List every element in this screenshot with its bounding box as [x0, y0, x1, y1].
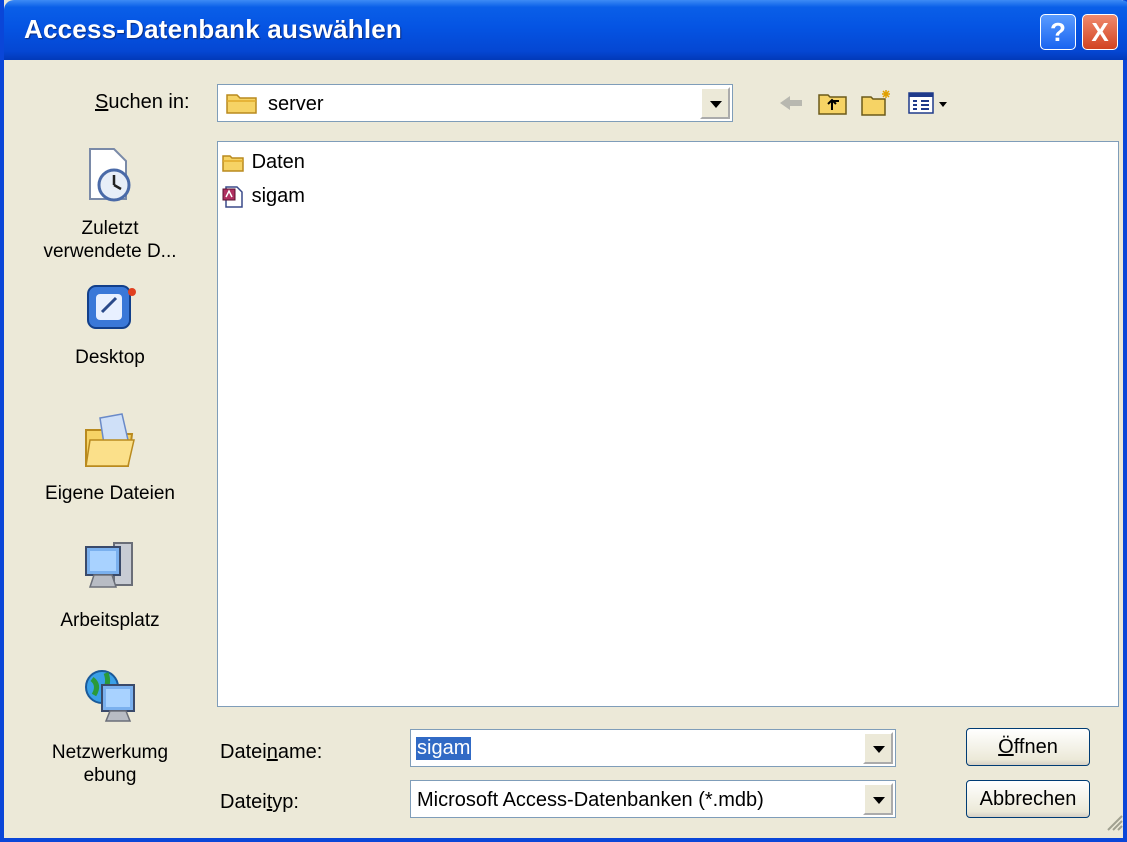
back-arrow-icon[interactable] — [774, 88, 808, 118]
filetype-value: Microsoft Access-Datenbanken (*.mdb) — [417, 789, 764, 811]
filename-label: Dateiname: — [220, 741, 323, 763]
open-button-label: ffnen — [1013, 736, 1058, 758]
folder-icon — [226, 91, 258, 121]
open-button-mnemonic: Ö — [998, 736, 1014, 758]
open-button[interactable]: Öffnen — [966, 728, 1090, 766]
filetype-select[interactable]: Microsoft Access-Datenbanken (*.mdb) — [410, 780, 896, 818]
list-item[interactable]: Daten — [222, 148, 305, 176]
file-name: sigam — [251, 185, 305, 207]
file-name: Daten — [251, 151, 305, 173]
place-label: Arbeitsplatz — [60, 610, 160, 631]
cancel-button[interactable]: Abbrechen — [966, 780, 1090, 818]
recent-documents-icon — [26, 145, 194, 211]
lookin-value: server — [268, 93, 324, 115]
desktop-icon — [26, 280, 194, 342]
place-my-computer[interactable]: Arbeitsplatz — [26, 537, 194, 632]
place-my-documents[interactable]: Eigene Dateien — [26, 410, 194, 505]
place-label: Netzwerkumgebung — [51, 742, 169, 786]
new-folder-icon[interactable] — [859, 88, 893, 118]
view-menu-icon[interactable] — [906, 88, 952, 118]
file-list[interactable]: Daten sigam — [217, 141, 1119, 707]
place-network[interactable]: Netzwerkumgebung — [26, 665, 194, 787]
list-item[interactable]: sigam — [222, 182, 305, 210]
my-documents-icon — [26, 410, 194, 476]
access-database-icon — [222, 185, 252, 208]
place-label: Desktop — [75, 347, 145, 368]
lookin-dropdown[interactable]: server — [217, 84, 733, 122]
folder-up-icon[interactable] — [816, 88, 850, 118]
place-desktop[interactable]: Desktop — [26, 280, 194, 369]
title-bar[interactable]: Access-Datenbank auswählen ? X — [4, 0, 1127, 60]
network-icon — [26, 665, 194, 735]
filename-dropdown-arrow[interactable] — [863, 732, 893, 764]
close-button[interactable]: X — [1082, 14, 1118, 50]
filetype-label: Dateityp: — [220, 791, 299, 813]
folder-icon — [222, 151, 252, 173]
help-button[interactable]: ? — [1040, 14, 1076, 50]
lookin-label: Suchen in: — [95, 91, 190, 113]
file-open-dialog: Access-Datenbank auswählen ? X Suchen in… — [0, 0, 1127, 842]
filename-input[interactable]: sigam — [416, 737, 472, 760]
my-computer-icon — [26, 537, 194, 603]
resize-grip[interactable] — [1102, 810, 1124, 834]
filetype-dropdown-arrow[interactable] — [863, 783, 893, 815]
lookin-dropdown-arrow[interactable] — [700, 87, 730, 119]
place-recent[interactable]: Zuletzt verwendete D... — [26, 145, 194, 263]
place-label: Zuletzt verwendete D... — [43, 218, 177, 262]
filename-combobox[interactable]: sigam — [410, 729, 896, 767]
dialog-title: Access-Datenbank auswählen — [24, 14, 403, 44]
place-label: Eigene Dateien — [45, 483, 175, 504]
